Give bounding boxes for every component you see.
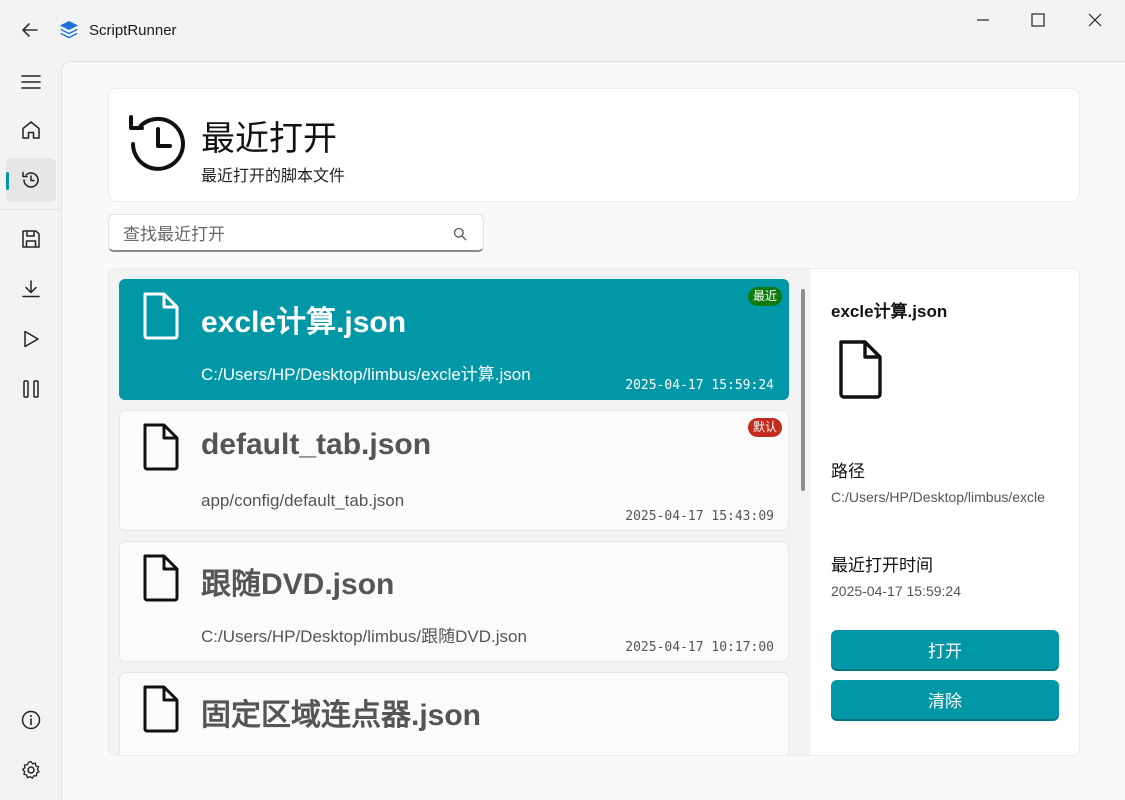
active-indicator [6,172,9,190]
path-label: 路径 [831,462,865,481]
sidebar-item-run[interactable] [6,317,56,361]
file-name: default_tab.json [201,428,432,461]
info-icon [21,710,41,730]
file-time: 2025-04-17 15:59:24 [625,378,774,393]
history-icon [129,115,185,171]
file-icon [143,292,179,340]
recent-files-panel: excle计算.json C:/Users/HP/Desktop/limbus/… [108,268,1080,756]
page-subtitle: 最近打开的脚本文件 [201,168,346,185]
file-path: C:/Users/HP/Desktop/limbus/excle计算.json [201,365,531,384]
home-icon [22,121,40,139]
close-icon [1088,13,1102,27]
download-icon [22,280,40,298]
sidebar-item-settings[interactable] [6,748,56,792]
file-path: app/config/default_tab.json [201,491,405,510]
minimize-icon [977,19,989,21]
file-card[interactable]: 跟随DVD.json C:/Users/HP/Desktop/limbus/跟随… [119,541,789,662]
sidebar-item-save[interactable] [6,217,56,261]
recent-badge: 最近 [747,287,782,306]
default-badge: 默认 [747,418,782,437]
back-arrow-icon [22,23,38,37]
time-label: 最近打开时间 [831,556,933,575]
page-title: 最近打开 [201,120,337,158]
file-path: C:/Users/HP/Desktop/limbus/跟随DVD.json [201,627,527,646]
time-value: 2025-04-17 15:59:24 [831,583,961,599]
sidebar-item-recent[interactable] [6,158,56,202]
search-input[interactable] [121,223,445,247]
file-time: 2025-04-17 10:17:00 [625,640,774,655]
maximize-button[interactable] [1015,8,1061,32]
open-button[interactable]: 打开 [831,630,1059,669]
app-window: ScriptRunner 最近打开 最近打开的脚本文件 查找最近打开 excle… [0,0,1125,800]
detail-file-name: excle计算.json [831,302,948,321]
sidebar-item-home[interactable] [6,108,56,152]
file-name: excle计算.json [201,306,407,339]
history-icon [22,171,39,188]
file-card[interactable]: default_tab.json app/config/default_tab.… [119,410,789,531]
file-list[interactable]: excle计算.json C:/Users/HP/Desktop/limbus/… [109,269,811,755]
file-icon [143,554,179,602]
sidebar-item-download[interactable] [6,267,56,311]
app-title: ScriptRunner [89,22,177,39]
back-button[interactable] [18,18,42,42]
clear-button[interactable]: 清除 [831,680,1059,719]
gear-icon [22,760,40,779]
file-name: 跟随DVD.json [201,568,395,601]
save-icon [22,230,40,248]
close-button[interactable] [1072,8,1118,32]
search-icon[interactable] [453,227,467,241]
app-logo-icon [60,21,78,39]
file-time: 2025-04-17 15:43:09 [625,509,774,524]
file-card[interactable]: excle计算.json C:/Users/HP/Desktop/limbus/… [119,279,789,400]
minimize-button[interactable] [960,8,1006,32]
sidebar [0,60,60,800]
sidebar-divider [0,209,60,210]
list-scrollbar[interactable] [801,289,805,491]
path-value: C:/Users/HP/Desktop/limbus/excle [831,489,1045,505]
sidebar-menu-button[interactable] [6,60,56,104]
content-area: 最近打开 最近打开的脚本文件 excle计算.json C:/Users/HP [61,61,1125,800]
search-box [108,214,484,252]
sidebar-item-pause[interactable] [6,367,56,411]
page-header: 最近打开 最近打开的脚本文件 [108,88,1080,202]
play-icon [24,330,39,348]
sidebar-item-info[interactable] [6,698,56,742]
file-icon [143,423,179,471]
title-bar: ScriptRunner [0,0,1125,60]
pause-icon [23,380,39,398]
file-icon [839,340,882,399]
maximize-icon [1031,13,1045,27]
file-detail-pane: excle计算.json 路径 C:/Users/HP/Desktop/limb… [811,269,1079,755]
file-icon [143,685,179,733]
file-card[interactable]: 固定区域连点器.json [119,672,789,755]
file-name: 固定区域连点器.json [201,699,482,732]
hamburger-icon [21,75,41,89]
